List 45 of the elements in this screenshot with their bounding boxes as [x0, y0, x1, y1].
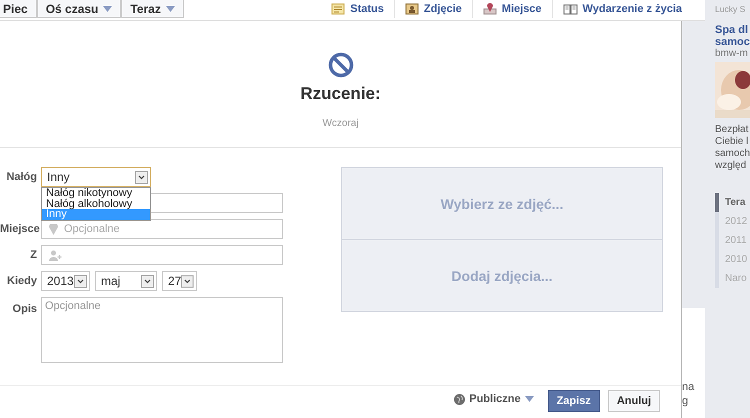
no-entry-icon: [328, 52, 354, 78]
field-label: Z: [29, 249, 37, 261]
timeline-item[interactable]: Tera: [715, 193, 750, 212]
dropdown-option[interactable]: Nałóg alkoholowy: [42, 198, 150, 209]
composer-tab[interactable]: Wydarzenie z życia: [552, 0, 692, 18]
caret-icon: [524, 396, 534, 402]
dropdown-option[interactable]: Nałóg nikotynowy: [42, 188, 150, 198]
map-pin-icon: [49, 224, 58, 234]
event-date: Wczoraj: [322, 118, 359, 129]
field-label: Miejsce: [0, 223, 37, 235]
photo-icon: [404, 3, 419, 15]
nav-tab[interactable]: Oś czasu: [36, 0, 122, 18]
ad-text: względ: [715, 160, 748, 172]
cancel-button[interactable]: Anuluj: [608, 390, 660, 412]
ad-text: Bezpłat: [715, 124, 750, 136]
composer-tab[interactable]: Miejsce: [472, 0, 552, 18]
tag-people-field[interactable]: [41, 245, 283, 265]
field-label: Nałóg: [5, 171, 37, 183]
ad-text: samoch: [715, 148, 750, 160]
month-select[interactable]: maj: [95, 271, 157, 291]
field-label: Opis: [12, 302, 37, 315]
sponsored-label: Lucky S: [715, 4, 746, 14]
nav-tab[interactable]: Teraz: [121, 0, 184, 18]
book-icon: [562, 3, 578, 15]
note-icon: [331, 3, 346, 15]
audience-selector[interactable]: Publiczne: [454, 390, 534, 405]
save-button[interactable]: Zapisz: [548, 390, 600, 412]
composer-tab[interactable]: Zdjęcie: [394, 0, 472, 18]
event-title: Rzucenie:: [300, 84, 381, 104]
field-label: Kiedy: [6, 275, 37, 287]
day-select[interactable]: 27: [162, 271, 197, 291]
globe-icon: [454, 394, 466, 404]
add-person-icon: [49, 250, 62, 260]
nav-tab[interactable]: Piec: [0, 0, 37, 18]
composer-tab[interactable]: Status: [321, 0, 394, 18]
description-field[interactable]: Opcjonalne: [41, 297, 283, 363]
ad-text: Ciebie l: [715, 136, 750, 148]
ad-url: bmw-m: [715, 48, 749, 59]
year-select[interactable]: 2013: [41, 271, 90, 291]
ad-title[interactable]: Spa dl: [715, 24, 750, 36]
habit-select[interactable]: Inny: [41, 167, 151, 187]
ad-title[interactable]: samoc: [715, 36, 750, 48]
background-text: na: [682, 380, 696, 394]
map-pin-icon: [482, 3, 497, 15]
background-text: g: [682, 394, 690, 408]
